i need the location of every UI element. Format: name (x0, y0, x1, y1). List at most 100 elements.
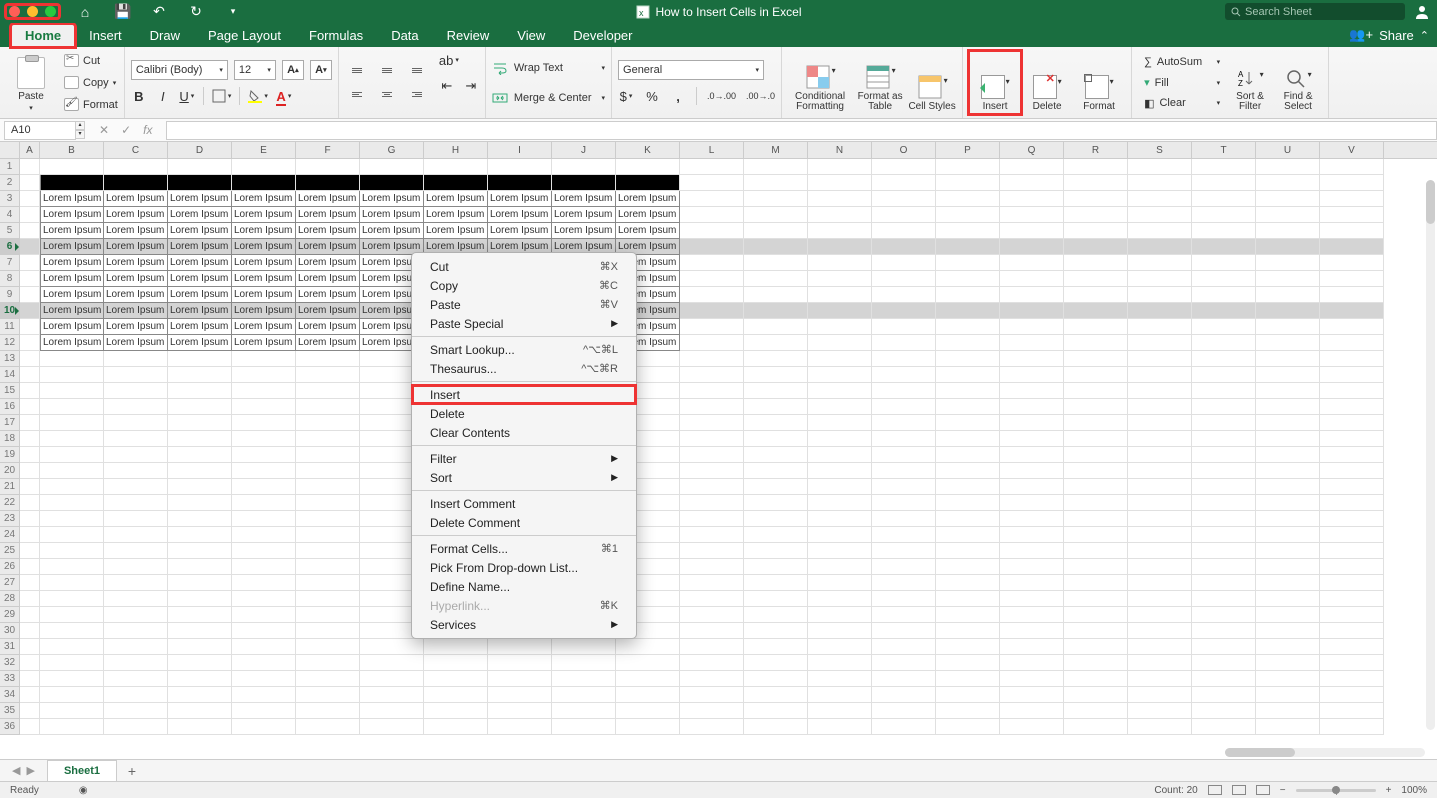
row-header[interactable]: 21 (0, 479, 19, 495)
cell[interactable] (1128, 207, 1192, 223)
cell[interactable]: Lorem Ipsum (488, 223, 552, 239)
cell[interactable] (1320, 623, 1384, 639)
cell[interactable] (488, 639, 552, 655)
increase-font-button[interactable]: A▴ (282, 60, 304, 80)
cell[interactable] (936, 383, 1000, 399)
cell[interactable] (168, 559, 232, 575)
cell[interactable] (808, 639, 872, 655)
cell[interactable] (20, 335, 40, 351)
cell[interactable] (872, 223, 936, 239)
cell[interactable] (1128, 687, 1192, 703)
cell[interactable] (1256, 351, 1320, 367)
cell[interactable]: Lorem Ipsum (552, 223, 616, 239)
cell[interactable] (1256, 399, 1320, 415)
cell[interactable] (808, 575, 872, 591)
cell[interactable] (168, 703, 232, 719)
row-header[interactable]: 30 (0, 623, 19, 639)
cell[interactable] (680, 223, 744, 239)
cell[interactable] (1192, 303, 1256, 319)
cell[interactable] (488, 703, 552, 719)
cell[interactable] (424, 159, 488, 175)
cell[interactable] (616, 655, 680, 671)
cell[interactable] (744, 431, 808, 447)
cell[interactable] (1128, 351, 1192, 367)
cell[interactable]: Lorem Ipsum (296, 335, 360, 351)
cell[interactable] (744, 239, 808, 255)
cell[interactable] (1064, 575, 1128, 591)
cell[interactable] (360, 687, 424, 703)
column-header[interactable]: A (20, 142, 40, 158)
cell[interactable] (744, 351, 808, 367)
cell[interactable] (1000, 719, 1064, 735)
cell[interactable] (680, 287, 744, 303)
cell[interactable] (1320, 271, 1384, 287)
cell[interactable] (1320, 159, 1384, 175)
cell[interactable]: Lorem Ipsum (424, 191, 488, 207)
cell[interactable] (1000, 223, 1064, 239)
cell[interactable] (40, 367, 104, 383)
cell[interactable]: Lorem Ipsum (40, 303, 104, 319)
cell[interactable] (40, 479, 104, 495)
cell[interactable] (1000, 207, 1064, 223)
decrease-font-button[interactable]: A▾ (310, 60, 332, 80)
cell[interactable] (1000, 271, 1064, 287)
cell[interactable] (1192, 719, 1256, 735)
cell[interactable] (360, 703, 424, 719)
cell[interactable] (872, 447, 936, 463)
cell[interactable] (680, 399, 744, 415)
row-header[interactable]: 36 (0, 719, 19, 735)
cell[interactable] (1064, 191, 1128, 207)
cell[interactable] (1256, 463, 1320, 479)
column-header[interactable]: S (1128, 142, 1192, 158)
share-button[interactable]: Share (1379, 28, 1414, 43)
cell[interactable] (1256, 719, 1320, 735)
cell[interactable] (808, 719, 872, 735)
cell[interactable] (1064, 623, 1128, 639)
cell[interactable] (872, 463, 936, 479)
wrap-text-button[interactable]: Wrap Text▾ (492, 58, 605, 78)
cell[interactable] (232, 703, 296, 719)
cell[interactable] (20, 319, 40, 335)
cell[interactable] (808, 559, 872, 575)
cell[interactable] (1256, 559, 1320, 575)
comma-button[interactable]: , (670, 87, 686, 105)
cell[interactable] (40, 463, 104, 479)
cell[interactable] (936, 591, 1000, 607)
cell[interactable] (872, 671, 936, 687)
align-center-button[interactable] (375, 85, 399, 105)
cell[interactable] (808, 655, 872, 671)
cell[interactable]: Lorem Ipsum (40, 287, 104, 303)
namebox-up[interactable]: ▴ (75, 121, 85, 130)
cell[interactable] (232, 479, 296, 495)
cell[interactable] (680, 303, 744, 319)
formula-input[interactable] (166, 121, 1437, 140)
cell[interactable]: Lorem Ipsum (40, 335, 104, 351)
cell[interactable] (680, 543, 744, 559)
cell[interactable] (1128, 591, 1192, 607)
row-header[interactable]: 6 (0, 239, 19, 255)
cell[interactable] (808, 703, 872, 719)
cell[interactable] (488, 175, 552, 191)
cell[interactable] (232, 719, 296, 735)
cell[interactable]: Lorem Ipsum (360, 207, 424, 223)
cell[interactable] (20, 287, 40, 303)
cell[interactable] (1320, 671, 1384, 687)
cell[interactable] (1064, 287, 1128, 303)
cell[interactable] (104, 447, 168, 463)
cell[interactable] (936, 719, 1000, 735)
cell[interactable] (1000, 671, 1064, 687)
tab-insert[interactable]: Insert (75, 24, 136, 47)
cell[interactable] (424, 703, 488, 719)
column-header[interactable]: U (1256, 142, 1320, 158)
cell[interactable] (104, 623, 168, 639)
account-icon[interactable] (1415, 5, 1429, 19)
cell[interactable] (40, 399, 104, 415)
cell[interactable]: Lorem Ipsum (40, 319, 104, 335)
align-top-button[interactable] (345, 61, 369, 81)
cell[interactable] (1256, 367, 1320, 383)
cell[interactable] (808, 607, 872, 623)
cell[interactable]: Lorem Ipsum (232, 207, 296, 223)
cell[interactable]: Lorem Ipsum (104, 303, 168, 319)
cell[interactable] (808, 543, 872, 559)
cell[interactable] (680, 559, 744, 575)
